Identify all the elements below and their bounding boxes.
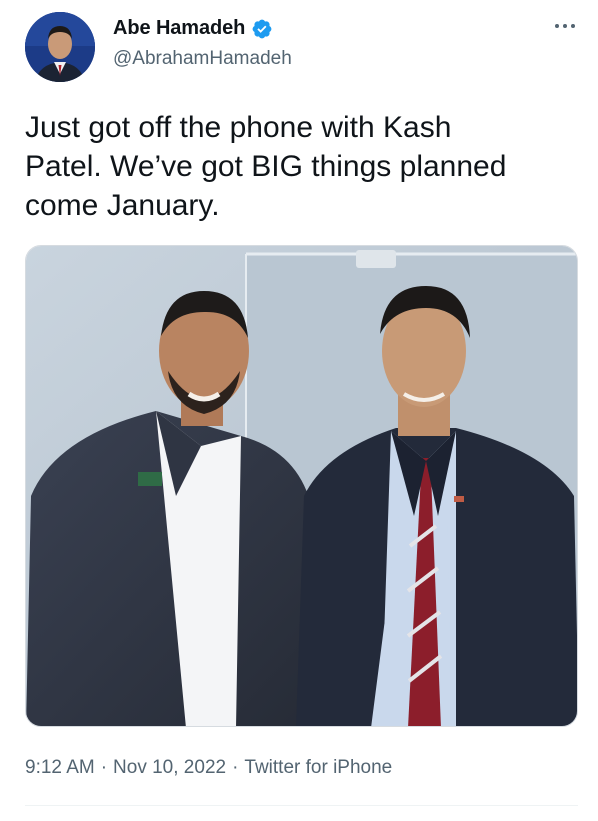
tweet-source[interactable]: Twitter for iPhone [244, 757, 392, 779]
tweet-metadata: 9:12 AM · Nov 10, 2022 · Twitter for iPh… [25, 757, 392, 779]
more-horizontal-icon[interactable] [553, 16, 577, 36]
dot [563, 24, 567, 28]
meta-separator: · [232, 757, 239, 778]
tweet-photo[interactable] [25, 245, 578, 727]
dot [555, 24, 559, 28]
author-handle[interactable]: @AbrahamHamadeh [113, 48, 292, 70]
author-name-row[interactable]: Abe Hamadeh [113, 17, 273, 40]
tweet-text: Just got off the phone with Kash Patel. … [25, 111, 507, 222]
meta-separator: · [100, 757, 108, 778]
avatar[interactable] [25, 12, 95, 82]
photo-image [26, 246, 577, 726]
author-name[interactable]: Abe Hamadeh [113, 17, 245, 40]
dot [571, 24, 575, 28]
verified-badge-icon [251, 18, 273, 40]
avatar-image [25, 12, 95, 82]
tweet-time[interactable]: 9:12 AM [25, 757, 95, 779]
divider [25, 805, 578, 806]
tweet-date[interactable]: Nov 10, 2022 [113, 757, 226, 779]
